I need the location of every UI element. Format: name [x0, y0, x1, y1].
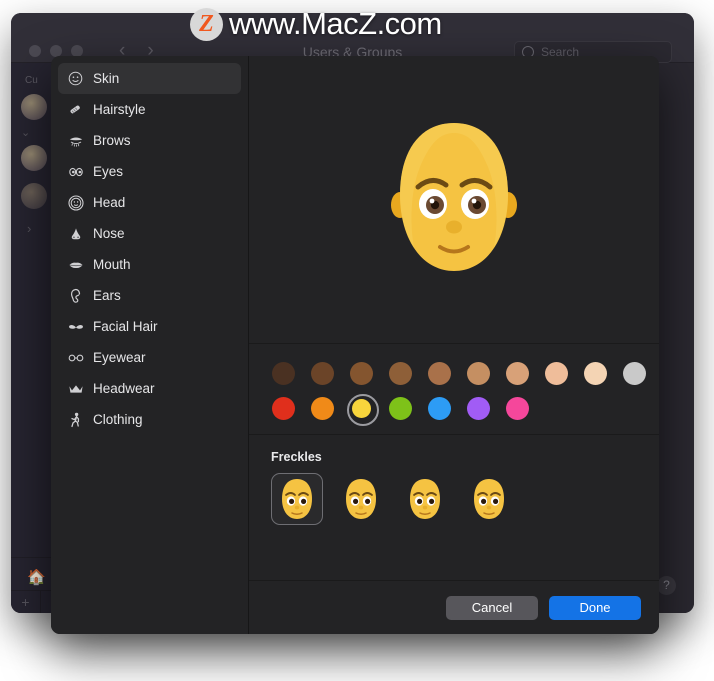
face-icon	[67, 70, 84, 87]
sidebar-item-label: Hairstyle	[93, 102, 146, 117]
skin-tone-row-vivid	[249, 394, 659, 426]
skin-swatch[interactable]	[583, 361, 607, 385]
skin-swatch[interactable]	[349, 361, 373, 385]
macz-logo-icon: Z	[190, 7, 223, 41]
sidebar-item-label: Headwear	[93, 381, 155, 396]
memoji-editor-sheet: Skin Hairstyle Brows Eyes Head Nose Mout…	[51, 56, 659, 634]
sidebar-item-label: Mouth	[93, 257, 131, 272]
avatar	[21, 183, 47, 209]
sidebar-item-label: Ears	[93, 288, 121, 303]
comb-icon	[67, 101, 84, 118]
sidebar-item-label: Skin	[93, 71, 120, 86]
freckles-option-none[interactable]	[271, 473, 323, 525]
sidebar-item-eyes[interactable]: Eyes	[58, 156, 241, 187]
sidebar-item-nose[interactable]: Nose	[58, 218, 241, 249]
skin-swatch[interactable]	[466, 361, 490, 385]
freckles-title: Freckles	[271, 450, 322, 464]
sidebar-item-label: Facial Hair	[93, 319, 158, 334]
eyes-icon	[67, 163, 84, 180]
sidebar-item-label: Head	[93, 195, 126, 210]
sidebar-item-label: Eyewear	[93, 350, 146, 365]
sidebar-item-mouth[interactable]: Mouth	[58, 249, 241, 280]
skin-swatch-selected[interactable]	[347, 394, 379, 426]
sidebar-item-label: Brows	[93, 133, 131, 148]
memoji-preview-area	[249, 56, 659, 344]
head-icon	[67, 194, 84, 211]
sidebar-item-ears[interactable]: Ears	[58, 280, 241, 311]
skin-swatch[interactable]	[466, 396, 490, 420]
crown-icon	[67, 380, 84, 397]
mustache-icon	[67, 318, 84, 335]
face-thumbnail	[410, 479, 440, 519]
skin-swatch[interactable]	[271, 361, 295, 385]
face-thumbnail	[474, 479, 504, 519]
skin-tone-palette	[249, 344, 659, 435]
skin-swatch[interactable]	[622, 361, 646, 385]
sidebar-item-facial-hair[interactable]: Facial Hair	[58, 311, 241, 342]
skin-swatch[interactable]	[310, 361, 334, 385]
skin-swatch[interactable]	[544, 361, 568, 385]
nose-icon	[67, 225, 84, 242]
freckles-option-light[interactable]	[335, 473, 387, 525]
avatar	[21, 94, 47, 120]
memoji-preview	[388, 119, 520, 281]
logo-letter: Z	[199, 10, 214, 37]
add-user-button[interactable]: +	[11, 591, 41, 613]
ear-icon	[67, 287, 84, 304]
screenshot-root: ‹ › Users & Groups Search Cu ⌄ › 🏠 + ? S…	[0, 0, 714, 681]
sidebar-item-label: Nose	[93, 226, 125, 241]
skin-swatch[interactable]	[505, 396, 529, 420]
skin-swatch[interactable]	[388, 361, 412, 385]
sheet-footer: Cancel Done	[249, 580, 659, 634]
face-thumbnail	[346, 479, 376, 519]
watermark-text: www.MacZ.com	[229, 6, 442, 41]
avatar	[21, 145, 47, 171]
sidebar-item-eyewear[interactable]: Eyewear	[58, 342, 241, 373]
sidebar-item-label: Eyes	[93, 164, 124, 179]
skin-swatch[interactable]	[271, 396, 295, 420]
face-thumbnail	[282, 479, 312, 519]
sidebar-item-clothing[interactable]: Clothing	[58, 404, 241, 435]
freckles-option-heavy[interactable]	[463, 473, 515, 525]
editor-main-pane: Freckles Cancel Done	[249, 56, 659, 634]
cancel-button[interactable]: Cancel	[446, 595, 538, 620]
sidebar-item-brows[interactable]: Brows	[58, 125, 241, 156]
sidebar-item-hairstyle[interactable]: Hairstyle	[58, 94, 241, 125]
sidebar-item-headwear[interactable]: Headwear	[58, 373, 241, 404]
help-button[interactable]: ?	[657, 576, 676, 595]
eyebrow-icon	[67, 132, 84, 149]
skin-swatch[interactable]	[505, 361, 529, 385]
mouth-icon	[67, 256, 84, 273]
freckles-section: Freckles	[249, 435, 659, 580]
freckles-options	[271, 473, 659, 525]
skin-swatch[interactable]	[427, 396, 451, 420]
skin-swatch[interactable]	[427, 361, 451, 385]
done-button[interactable]: Done	[549, 595, 641, 620]
freckles-option-medium[interactable]	[399, 473, 451, 525]
skin-swatch[interactable]	[310, 396, 334, 420]
category-sidebar: Skin Hairstyle Brows Eyes Head Nose Mout…	[51, 56, 249, 634]
glasses-icon	[67, 349, 84, 366]
skin-tone-row-natural	[249, 361, 659, 385]
sidebar-item-skin[interactable]: Skin	[58, 63, 241, 94]
person-icon	[67, 411, 84, 428]
sidebar-item-label: Clothing	[93, 412, 143, 427]
watermark: Z www.MacZ.com	[190, 6, 442, 42]
sidebar-item-head[interactable]: Head	[58, 187, 241, 218]
skin-swatch[interactable]	[388, 396, 412, 420]
